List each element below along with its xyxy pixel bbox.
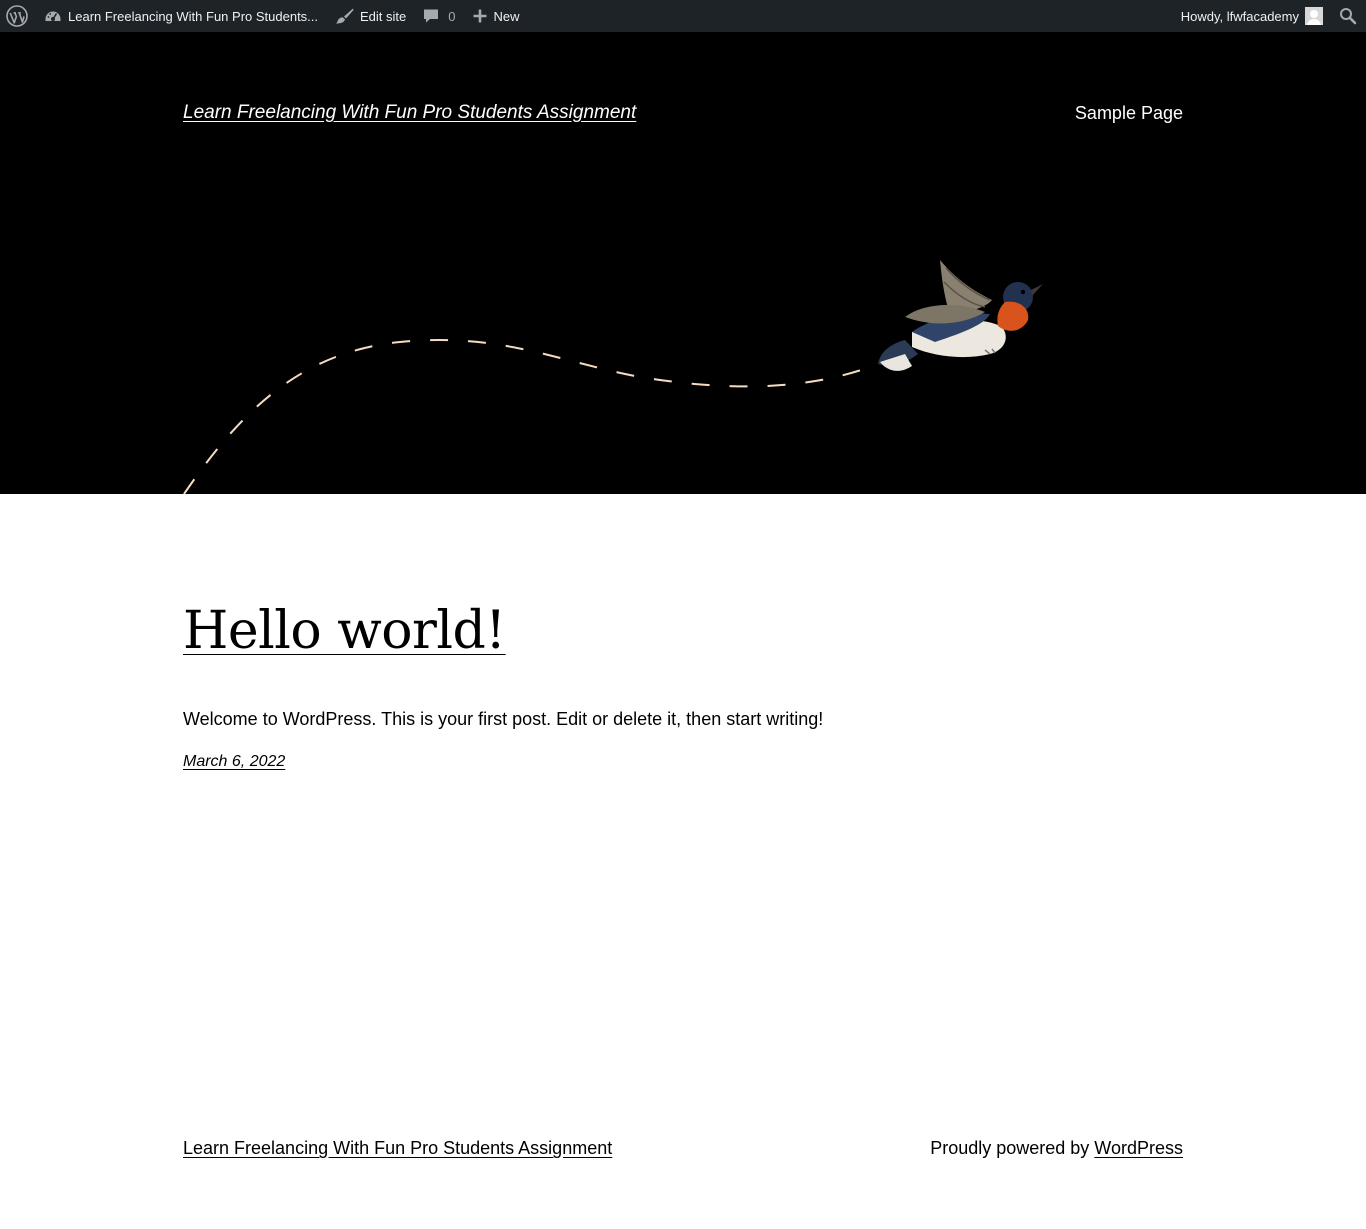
- admin-bar-left: Learn Freelancing With Fun Pro Students.…: [0, 0, 528, 32]
- bird-icon: [878, 260, 1043, 371]
- admin-bar-search-button[interactable]: [1331, 0, 1366, 32]
- howdy-label: Howdy, lfwfacademy: [1180, 8, 1299, 24]
- avatar: [1305, 7, 1323, 25]
- comments-button[interactable]: 0: [414, 0, 463, 32]
- new-content-label: New: [493, 8, 520, 24]
- wordpress-logo-button[interactable]: [0, 0, 36, 32]
- footer-credit: Proudly powered by WordPress: [930, 1138, 1183, 1159]
- account-menu[interactable]: Howdy, lfwfacademy: [1173, 0, 1331, 32]
- brush-icon: [336, 8, 354, 24]
- plus-icon: [473, 9, 486, 23]
- footer-credit-prefix: Proudly powered by: [930, 1138, 1095, 1158]
- comment-bubble-icon: [424, 9, 439, 23]
- post-title-link[interactable]: Hello world!: [183, 598, 506, 664]
- nav-item-sample-page[interactable]: Sample Page: [1075, 103, 1183, 124]
- comments-count: 0: [448, 8, 456, 24]
- wordpress-logo-icon: [6, 5, 28, 27]
- site-header: Learn Freelancing With Fun Pro Students …: [0, 32, 1366, 494]
- admin-bar-site-name-label: Learn Freelancing With Fun Pro Students.…: [68, 8, 319, 24]
- admin-bar: Learn Freelancing With Fun Pro Students.…: [0, 0, 1366, 32]
- search-icon: [1340, 8, 1357, 25]
- footer-site-title-link[interactable]: Learn Freelancing With Fun Pro Students …: [183, 1138, 612, 1159]
- flight-path-line: [183, 339, 871, 494]
- new-content-button[interactable]: New: [464, 0, 528, 32]
- site-title-link[interactable]: Learn Freelancing With Fun Pro Students …: [183, 102, 636, 124]
- admin-bar-right: Howdy, lfwfacademy: [1173, 0, 1366, 32]
- wordpress-link[interactable]: WordPress: [1094, 1138, 1183, 1158]
- post-excerpt: Welcome to WordPress. This is your first…: [183, 709, 824, 729]
- edit-site-button[interactable]: Edit site: [326, 0, 414, 32]
- admin-bar-site-name[interactable]: Learn Freelancing With Fun Pro Students.…: [36, 0, 326, 32]
- edit-site-label: Edit site: [360, 8, 407, 24]
- post-date-link[interactable]: March 6, 2022: [183, 753, 285, 771]
- dashboard-gauge-icon: [45, 11, 61, 21]
